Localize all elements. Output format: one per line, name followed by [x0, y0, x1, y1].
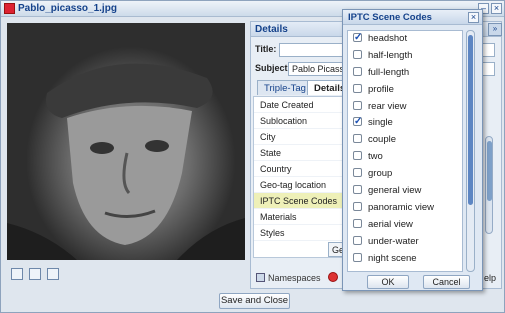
- fit-tool-icon[interactable]: [28, 268, 41, 280]
- scene-code-item[interactable]: profile: [348, 82, 462, 99]
- scene-code-label: headshot: [368, 33, 408, 44]
- dialog-scroll-thumb[interactable]: [468, 35, 473, 205]
- scene-code-item[interactable]: single: [348, 114, 462, 132]
- checkbox[interactable]: [353, 201, 362, 211]
- scene-code-label: under-water: [368, 235, 419, 247]
- checkbox[interactable]: [353, 252, 362, 262]
- checkbox[interactable]: [353, 49, 362, 59]
- iptc-scene-codes-dialog: IPTC Scene Codes × headshot half-length fu…: [342, 9, 483, 291]
- scene-code-item[interactable]: panoramic view: [348, 200, 462, 217]
- cancel-button[interactable]: Cancel: [423, 275, 470, 289]
- scene-code-label: panoramic view: [368, 201, 434, 213]
- scene-code-label: full-length: [368, 66, 410, 78]
- save-and-close-button[interactable]: Save and Close: [219, 293, 290, 309]
- close-window-icon[interactable]: ×: [491, 3, 502, 14]
- scene-code-label: profile: [368, 83, 394, 95]
- scene-code-item[interactable]: group: [348, 166, 462, 183]
- checkbox[interactable]: [353, 31, 362, 47]
- scene-code-item[interactable]: full-length: [348, 65, 462, 82]
- scene-code-item[interactable]: half-length: [348, 48, 462, 65]
- scene-code-label: half-length: [368, 49, 413, 61]
- checkbox[interactable]: [353, 83, 362, 93]
- scene-code-item[interactable]: rear view: [348, 99, 462, 116]
- scene-code-item[interactable]: general view: [348, 183, 462, 200]
- image-toolbar: [11, 268, 62, 282]
- delete-icon[interactable]: [328, 272, 338, 282]
- image-file-icon: [4, 3, 15, 14]
- help-label[interactable]: elp: [484, 273, 496, 283]
- title-label: Title:: [255, 44, 277, 54]
- window-title: Pablo_picasso_1.jpg: [18, 3, 117, 14]
- scene-code-item[interactable]: aerial view: [348, 217, 462, 234]
- scene-code-label: two: [368, 151, 383, 163]
- checkbox[interactable]: [353, 185, 362, 195]
- scene-code-label: single: [368, 117, 393, 129]
- photo-preview: [7, 23, 245, 260]
- scene-code-label: aerial view: [368, 218, 413, 230]
- checkbox[interactable]: [353, 218, 362, 228]
- scene-code-item[interactable]: two: [348, 149, 462, 166]
- scene-code-list: headshot half-length full-length profile rea…: [347, 30, 463, 272]
- scene-code-item[interactable]: night scene: [348, 251, 462, 268]
- checkbox[interactable]: [353, 66, 362, 76]
- ok-button[interactable]: OK: [367, 275, 409, 289]
- checkbox[interactable]: [353, 168, 362, 178]
- scene-code-label: night scene: [368, 252, 417, 264]
- panel-scroll-thumb[interactable]: [487, 141, 492, 201]
- crop-tool-icon[interactable]: [46, 268, 59, 280]
- tab-triple-tag[interactable]: Triple-Tag: [257, 80, 313, 95]
- namespaces-label: Namespaces: [268, 273, 321, 283]
- dialog-scrollbar[interactable]: [466, 30, 475, 272]
- scene-code-label: group: [368, 168, 393, 180]
- namespaces-link[interactable]: Namespaces: [256, 273, 321, 283]
- scene-code-label: general view: [368, 185, 422, 197]
- scene-code-label: couple: [368, 134, 396, 146]
- checkbox[interactable]: [353, 100, 362, 110]
- checkbox[interactable]: [353, 134, 362, 144]
- select-tool-icon[interactable]: [11, 268, 23, 280]
- scene-code-label: rear view: [368, 100, 407, 112]
- scene-code-item[interactable]: under-water: [348, 234, 462, 251]
- dialog-title: IPTC Scene Codes: [343, 10, 482, 25]
- close-icon[interactable]: ×: [468, 12, 479, 23]
- namespaces-icon: [256, 273, 265, 282]
- checkbox[interactable]: [353, 151, 362, 161]
- checkbox[interactable]: [353, 114, 362, 131]
- panel-scrollbar[interactable]: [485, 136, 493, 234]
- expand-panel-icon[interactable]: »: [488, 23, 502, 36]
- subject-label: Subject:: [255, 63, 291, 73]
- scene-code-item[interactable]: couple: [348, 132, 462, 149]
- checkbox[interactable]: [353, 235, 362, 245]
- scene-code-item[interactable]: headshot: [348, 31, 462, 48]
